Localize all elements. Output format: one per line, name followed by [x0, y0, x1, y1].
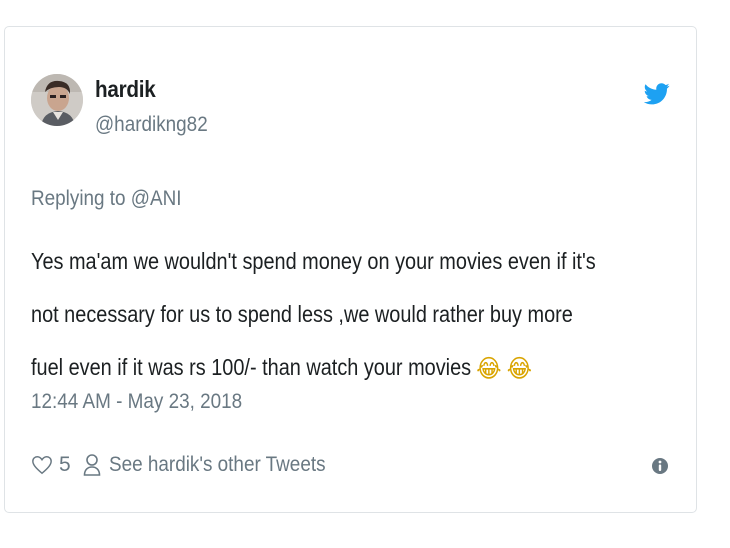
tears-of-joy-emoji: 😂 [476, 354, 502, 383]
author-display-name[interactable]: hardik [95, 76, 156, 103]
info-icon[interactable] [651, 457, 669, 475]
reply-context[interactable]: Replying to @ANI [31, 187, 182, 211]
page: hardik @hardikng82 Replying to @ANI Yes … [0, 0, 730, 548]
tears-of-joy-emoji: 😂 [506, 354, 533, 383]
tweet-text-line: fuel even if it was rs 100/- than watch … [31, 341, 654, 395]
person-icon[interactable] [83, 453, 101, 477]
like-count[interactable]: 5 [59, 453, 71, 477]
tweet-text-line: not necessary for us to spend less ,we w… [31, 301, 573, 327]
tweet-actions: 5 See hardik's other Tweets [31, 450, 349, 480]
tweet-timestamp[interactable]: 12:44 AM - May 23, 2018 [31, 390, 242, 414]
author-handle[interactable]: @hardikng82 [95, 113, 208, 137]
tweet-card: hardik @hardikng82 Replying to @ANI Yes … [4, 26, 697, 513]
avatar[interactable] [31, 74, 83, 126]
twitter-bird-icon[interactable] [644, 83, 670, 105]
tweet-text-line-content: fuel even if it was rs 100/- than watch … [31, 354, 472, 380]
see-other-tweets-link[interactable]: See hardik's other Tweets [109, 453, 326, 477]
heart-icon[interactable] [31, 454, 53, 476]
tweet-text: Yes ma'am we wouldn't spend money on you… [31, 235, 654, 395]
tweet-text-line: Yes ma'am we wouldn't spend money on you… [31, 248, 596, 274]
